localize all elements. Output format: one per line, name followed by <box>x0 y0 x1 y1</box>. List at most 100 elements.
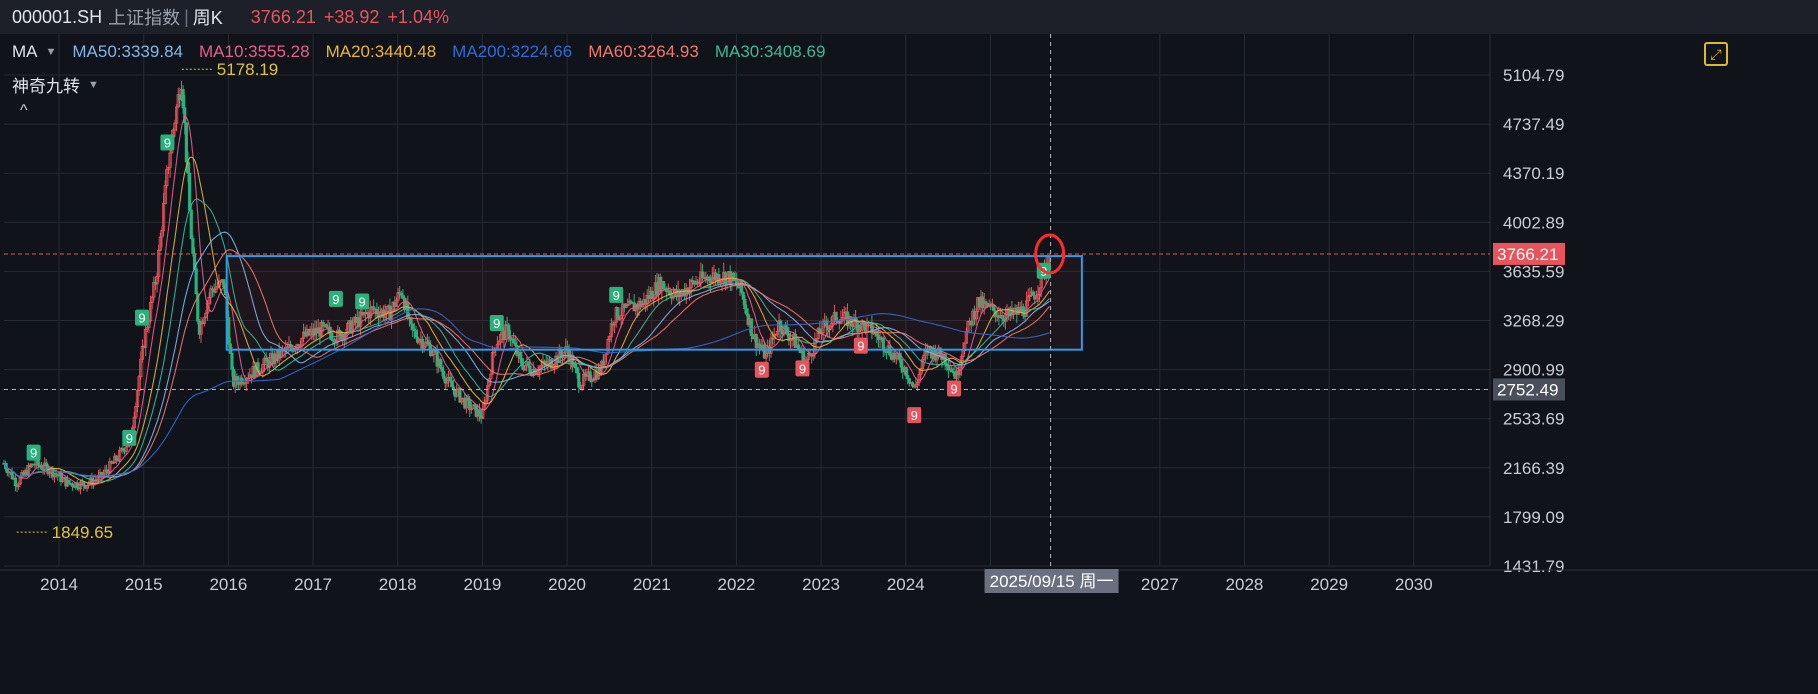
ma-selector-label: MA <box>12 42 38 61</box>
candle-body <box>907 378 911 384</box>
nine-signal-label: 9 <box>164 135 171 150</box>
ma-item-5: MA30:3408.69 <box>714 42 826 61</box>
nine-signal-label: 9 <box>911 408 918 423</box>
y-tick-label: 4737.49 <box>1503 115 1564 134</box>
x-tick-label: 2024 <box>887 575 925 594</box>
header-separator: | <box>184 6 189 27</box>
candle-body <box>194 268 198 295</box>
high-marker-label: 5178.19 <box>217 60 278 79</box>
crosshair-price-label: 2752.49 <box>1497 380 1558 399</box>
y-tick-label: 5104.79 <box>1503 66 1564 85</box>
y-tick-label: 3635.59 <box>1503 262 1564 281</box>
nine-signal-label: 9 <box>857 339 864 354</box>
candle-body <box>178 94 182 101</box>
indicator-selector[interactable]: 神奇九转 ▼ <box>12 72 99 97</box>
candle-body <box>577 372 581 388</box>
ma-item-1: MA10:3555.28 <box>198 42 310 61</box>
candle-body <box>189 209 193 239</box>
candle-body <box>448 376 452 382</box>
candle-body <box>463 397 467 409</box>
candle-body <box>442 370 446 379</box>
ma-item-4: MA60:3264.93 <box>588 42 699 61</box>
price-change: +38.92 <box>323 6 380 27</box>
nine-signal-label: 9 <box>950 381 957 396</box>
x-tick-label: 2030 <box>1395 575 1433 594</box>
crosshair-date-label: 2025/09/15 周一 <box>990 572 1114 591</box>
candle-body <box>474 404 478 417</box>
candle-body <box>181 89 185 109</box>
candle-body <box>528 365 532 373</box>
nine-signal-label: 9 <box>799 361 806 376</box>
candle-body <box>184 122 188 163</box>
current-price-label: 3766.21 <box>1497 245 1558 264</box>
y-tick-label: 2166.39 <box>1503 459 1564 478</box>
current-price: 3766.21 <box>250 6 316 27</box>
candle-body <box>183 107 187 124</box>
nine-signal-label: 9 <box>30 446 37 461</box>
candle-body <box>231 368 236 387</box>
y-tick-label: 1799.09 <box>1503 508 1564 527</box>
candle-body <box>518 351 522 359</box>
indicator-label: 神奇九转 <box>12 77 80 96</box>
candle-body <box>197 320 201 335</box>
chevron-up-icon[interactable]: ^ <box>20 102 28 120</box>
x-tick-label: 2029 <box>1310 575 1348 594</box>
candle-body <box>271 353 275 365</box>
candle-body <box>188 172 192 211</box>
x-tick-label: 2019 <box>463 575 501 594</box>
candle-body <box>601 360 605 366</box>
y-tick-label: 4002.89 <box>1503 213 1564 232</box>
candle-body <box>450 380 454 388</box>
y-tick-label: 2533.69 <box>1503 410 1564 429</box>
candle-body <box>438 358 442 368</box>
x-tick-label: 2022 <box>718 575 756 594</box>
candle-body <box>191 238 195 254</box>
nine-signal-label: 9 <box>359 295 366 310</box>
nine-signal-label: 9 <box>758 363 765 378</box>
chart-header: 000001.SH 上证指数 | 周K 3766.21 +38.92 +1.04… <box>0 0 1818 35</box>
nine-signal-label: 9 <box>126 431 133 446</box>
ma-item-2: MA20:3440.48 <box>325 42 437 61</box>
candle-body <box>64 477 68 487</box>
x-tick-label: 2023 <box>802 575 840 594</box>
period-label[interactable]: 周K <box>193 4 223 30</box>
ma-legend: MA ▼ MA50:3339.84 MA10:3555.28 MA20:3440… <box>12 42 825 62</box>
candle-body <box>468 399 472 410</box>
candle-body <box>277 349 281 359</box>
candle-body <box>67 479 71 484</box>
nine-signal-label: 9 <box>332 292 339 307</box>
nine-signal-label: 9 <box>138 311 145 326</box>
y-tick-label: 3268.29 <box>1503 312 1564 331</box>
candle-body <box>253 366 257 378</box>
x-tick-label: 2018 <box>379 575 417 594</box>
x-tick-label: 2017 <box>294 575 332 594</box>
x-tick-label: 2016 <box>209 575 247 594</box>
caret-down-icon: ▼ <box>88 78 99 91</box>
candle-body <box>443 377 447 384</box>
caret-down-icon: ▼ <box>45 46 57 58</box>
candle-body <box>521 365 526 371</box>
candle-body <box>953 371 957 379</box>
candle-body <box>575 367 579 374</box>
expand-icon[interactable]: ⤢ <box>1704 42 1728 66</box>
candle-body <box>264 357 268 362</box>
nine-signal-label: 9 <box>613 288 620 303</box>
candle-body <box>573 363 578 369</box>
x-tick-label: 2014 <box>40 575 78 594</box>
symbol-code[interactable]: 000001.SH <box>12 7 102 28</box>
x-tick-label: 2021 <box>633 575 671 594</box>
candle-body <box>910 382 915 387</box>
candle-body <box>477 409 482 417</box>
candle-body <box>440 367 444 372</box>
ma-selector[interactable]: MA ▼ <box>12 42 56 62</box>
candle-body <box>889 354 894 360</box>
candlestick-chart[interactable]: 5104.79 4737.49 4370.19 4002.89 3635.59 3268.… <box>0 34 1818 694</box>
candle-body <box>453 389 457 397</box>
nine-signal-label: 9 <box>493 316 500 331</box>
y-tick-label: 4370.19 <box>1503 164 1564 183</box>
candle-body <box>901 366 905 373</box>
candle-body <box>906 375 910 380</box>
price-change-percent: +1.04% <box>387 6 449 27</box>
consolidation-box <box>225 255 1083 351</box>
y-tick-label: 2900.99 <box>1503 361 1564 380</box>
